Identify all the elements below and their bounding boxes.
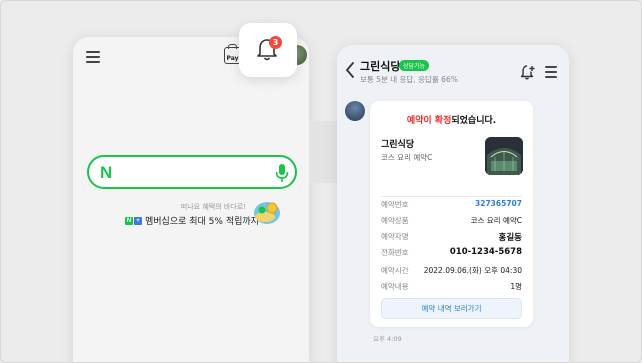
shop-avatar[interactable] — [345, 101, 365, 121]
naver-logo: N — [100, 163, 113, 182]
badge-plus: + — [134, 216, 142, 225]
consult-available-badge: 상담가능 — [399, 60, 430, 71]
row-value: 코스 요리 예약C — [470, 216, 522, 225]
coin-island-icon — [254, 202, 280, 224]
screen-frame: Pay N 떠나요 혜택의 바다로! N + 멤버십으로 최대 5% 적립까지 — [0, 0, 642, 363]
card-title: 예약이 확정되었습니다. — [370, 113, 533, 126]
bell-plus-icon[interactable] — [520, 64, 536, 80]
row-value: 1명 — [510, 282, 522, 291]
chat-shop-name: 그린식당 — [360, 60, 401, 73]
naver-plus-badge: N + — [125, 216, 142, 225]
promo-text: 멤버십으로 최대 5% 적립까지 — [145, 217, 259, 227]
row-value: 홍길동 — [498, 233, 522, 243]
row-key: 예약내용 — [381, 282, 409, 291]
membership-promo[interactable]: N + 멤버십으로 최대 5% 적립까지 — [125, 214, 259, 227]
row-key: 예약상품 — [381, 216, 409, 225]
reservation-number-link[interactable]: 327365707 — [475, 199, 522, 210]
view-reservation-button[interactable]: 예약 내역 보러가기 — [381, 298, 522, 319]
row-key: 예약번호 — [381, 200, 409, 209]
phone-row: 전화번호 010-1234-5678 — [381, 247, 522, 258]
row-value: 2022.09.06.(화) 오후 04:30 — [423, 266, 522, 275]
talktalk-chat-phone: 그린식당 상담가능 보통 5분 내 응답, 응답률 66% 예약이 확정되었습니… — [337, 45, 569, 362]
row-key: 예약시간 — [381, 266, 409, 275]
hamburger-icon[interactable] — [545, 66, 557, 78]
course-name: 코스 요리 예약C — [381, 153, 433, 162]
reservation-number-row: 예약번호 327365707 — [381, 199, 522, 210]
divider-block — [309, 121, 337, 183]
row-value: 010-1234-5678 — [449, 247, 522, 257]
pay-label: Pay — [226, 55, 239, 62]
response-info: 보통 5분 내 응답, 응답률 66% — [360, 75, 458, 84]
notification-count-badge: 3 — [269, 36, 282, 49]
badge-n: N — [125, 216, 133, 225]
row-key: 전화번호 — [381, 248, 409, 257]
detail-row: 예약내용 1명 — [381, 281, 522, 292]
row-key: 예약자명 — [381, 232, 409, 241]
product-row: 예약상품 코스 요리 예약C — [381, 215, 522, 226]
title-highlight: 예약이 확정 — [406, 116, 452, 126]
store-thumbnail — [485, 137, 523, 175]
chevron-left-icon[interactable] — [345, 61, 355, 79]
title-rest: 되었습니다. — [451, 116, 497, 126]
search-input[interactable]: N — [87, 155, 297, 189]
time-row: 예약시간 2022.09.06.(화) 오후 04:30 — [381, 265, 522, 276]
message-timestamp: 오후 4:09 — [373, 335, 402, 343]
promo-subtext: 떠나요 혜택의 바다로! — [180, 203, 246, 211]
hamburger-icon[interactable] — [86, 51, 100, 63]
naver-home-phone: Pay N 떠나요 혜택의 바다로! N + 멤버십으로 최대 5% 적립까지 — [73, 37, 309, 362]
microphone-icon[interactable] — [275, 163, 289, 183]
notification-popup[interactable]: 3 — [239, 23, 297, 77]
store-name: 그린식당 — [381, 140, 415, 150]
reservation-card: 예약이 확정되었습니다. 그린식당 코스 요리 예약C 예약번호 3273657… — [370, 101, 533, 327]
card-divider — [381, 196, 522, 197]
booker-name-row: 예약자명 홍길동 — [381, 231, 522, 243]
